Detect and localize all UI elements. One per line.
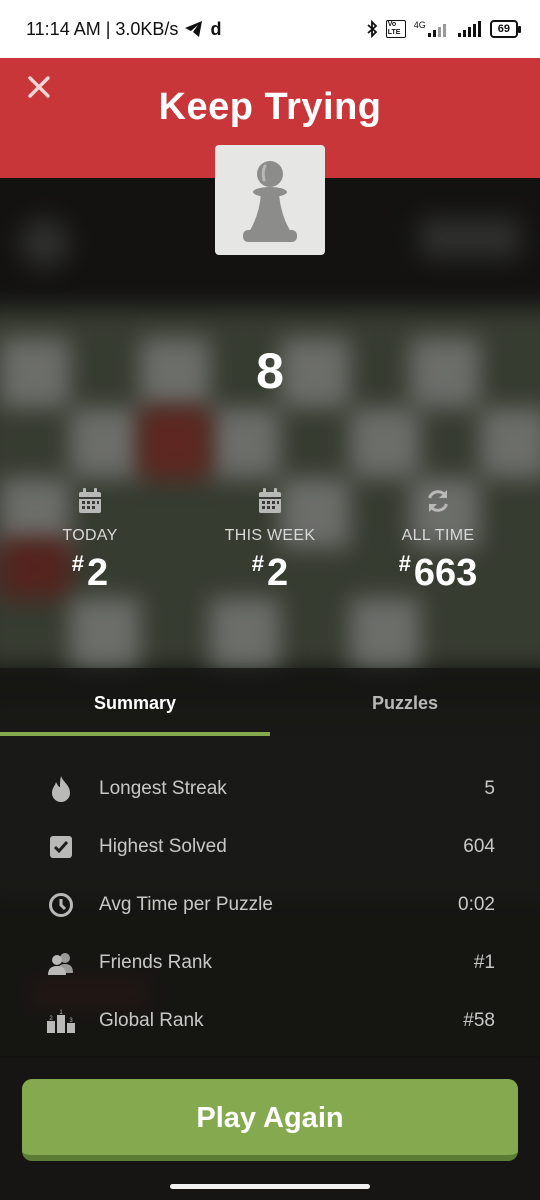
tab-puzzles[interactable]: Puzzles <box>270 668 540 736</box>
summary-label: Longest Streak <box>99 778 227 799</box>
battery-indicator: 69 <box>489 20 522 38</box>
telegram-icon <box>185 21 203 37</box>
rank-hash: # <box>251 551 265 576</box>
stat-this-week: THIS WEEK #2 <box>180 488 360 595</box>
bluetooth-icon <box>367 20 378 38</box>
summary-list: Longest Streak 5 Highest Solved 604 Avg … <box>0 736 540 1056</box>
summary-value: #1 <box>473 952 495 973</box>
summary-row-global-rank: 123 Global Rank #58 <box>0 992 540 1050</box>
signal-icon-2 <box>457 21 481 37</box>
summary-value: 0:02 <box>458 894 495 915</box>
summary-row-highest-solved: Highest Solved 604 <box>0 818 540 876</box>
flame-icon <box>46 774 76 804</box>
clock-icon <box>46 890 76 920</box>
stat-all-time-label: ALL TIME <box>401 527 475 544</box>
summary-label: Highest Solved <box>99 836 227 857</box>
tab-puzzles-label: Puzzles <box>371 693 439 713</box>
refresh-icon <box>428 490 448 512</box>
stat-all-time: ALL TIME #663 <box>348 488 528 595</box>
summary-label: Avg Time per Puzzle <box>99 894 273 915</box>
checkbox-icon <box>46 832 76 862</box>
calendar-icon <box>259 488 281 513</box>
score-value: 8 <box>256 343 284 399</box>
status-left: 11:14 AM | 3.0KB/s d <box>26 19 221 40</box>
stat-this-week-rank: #2 <box>180 551 360 595</box>
tab-summary-label: Summary <box>93 693 177 713</box>
status-bar: 11:14 AM | 3.0KB/s d Vo LTE 4G 69 <box>0 0 540 58</box>
summary-label: Global Rank <box>99 1010 204 1031</box>
pawn-icon <box>243 161 297 242</box>
stat-all-time-rank: #663 <box>348 551 528 595</box>
stat-today-rank: #2 <box>0 551 180 595</box>
leaderboard-stats: TODAY #2 THIS WEEK #2 ALL TIME #663 <box>0 488 540 598</box>
podium-icon: 123 <box>46 1006 76 1036</box>
friends-icon <box>46 948 76 978</box>
summary-value: 5 <box>484 778 495 799</box>
stat-this-week-label: THIS WEEK <box>224 527 316 544</box>
signal-icon-1 <box>427 24 446 37</box>
rank-hash: # <box>71 551 85 576</box>
summary-label: Friends Rank <box>99 952 212 973</box>
calendar-icon <box>79 488 101 513</box>
home-indicator[interactable] <box>170 1184 370 1189</box>
result-title: Keep Trying <box>158 86 382 128</box>
summary-value: 604 <box>463 836 495 857</box>
status-right: Vo LTE 4G 69 <box>366 20 522 38</box>
rank-number: 2 <box>87 552 109 594</box>
network-type: 4G <box>413 20 426 30</box>
pawn-card <box>215 145 325 255</box>
summary-value: #58 <box>463 1010 495 1031</box>
volte-icon: Vo LTE <box>385 20 406 38</box>
summary-row-friends-rank: Friends Rank #1 <box>0 934 540 992</box>
rank-number: 2 <box>267 552 289 594</box>
rank-number: 663 <box>413 552 478 594</box>
result-tabs: Summary Puzzles <box>0 668 540 736</box>
stat-today-label: TODAY <box>62 527 118 544</box>
stat-today: TODAY #2 <box>0 488 180 595</box>
play-again-button[interactable]: Play Again <box>22 1079 518 1161</box>
status-time: 11:14 AM | 3.0KB/s <box>26 18 179 39</box>
summary-row-longest-streak: Longest Streak 5 <box>0 760 540 818</box>
rank-hash: # <box>398 551 411 576</box>
d-icon: d <box>210 18 222 39</box>
tab-summary[interactable]: Summary <box>0 668 270 736</box>
summary-row-avg-time: Avg Time per Puzzle 0:02 <box>0 876 540 934</box>
